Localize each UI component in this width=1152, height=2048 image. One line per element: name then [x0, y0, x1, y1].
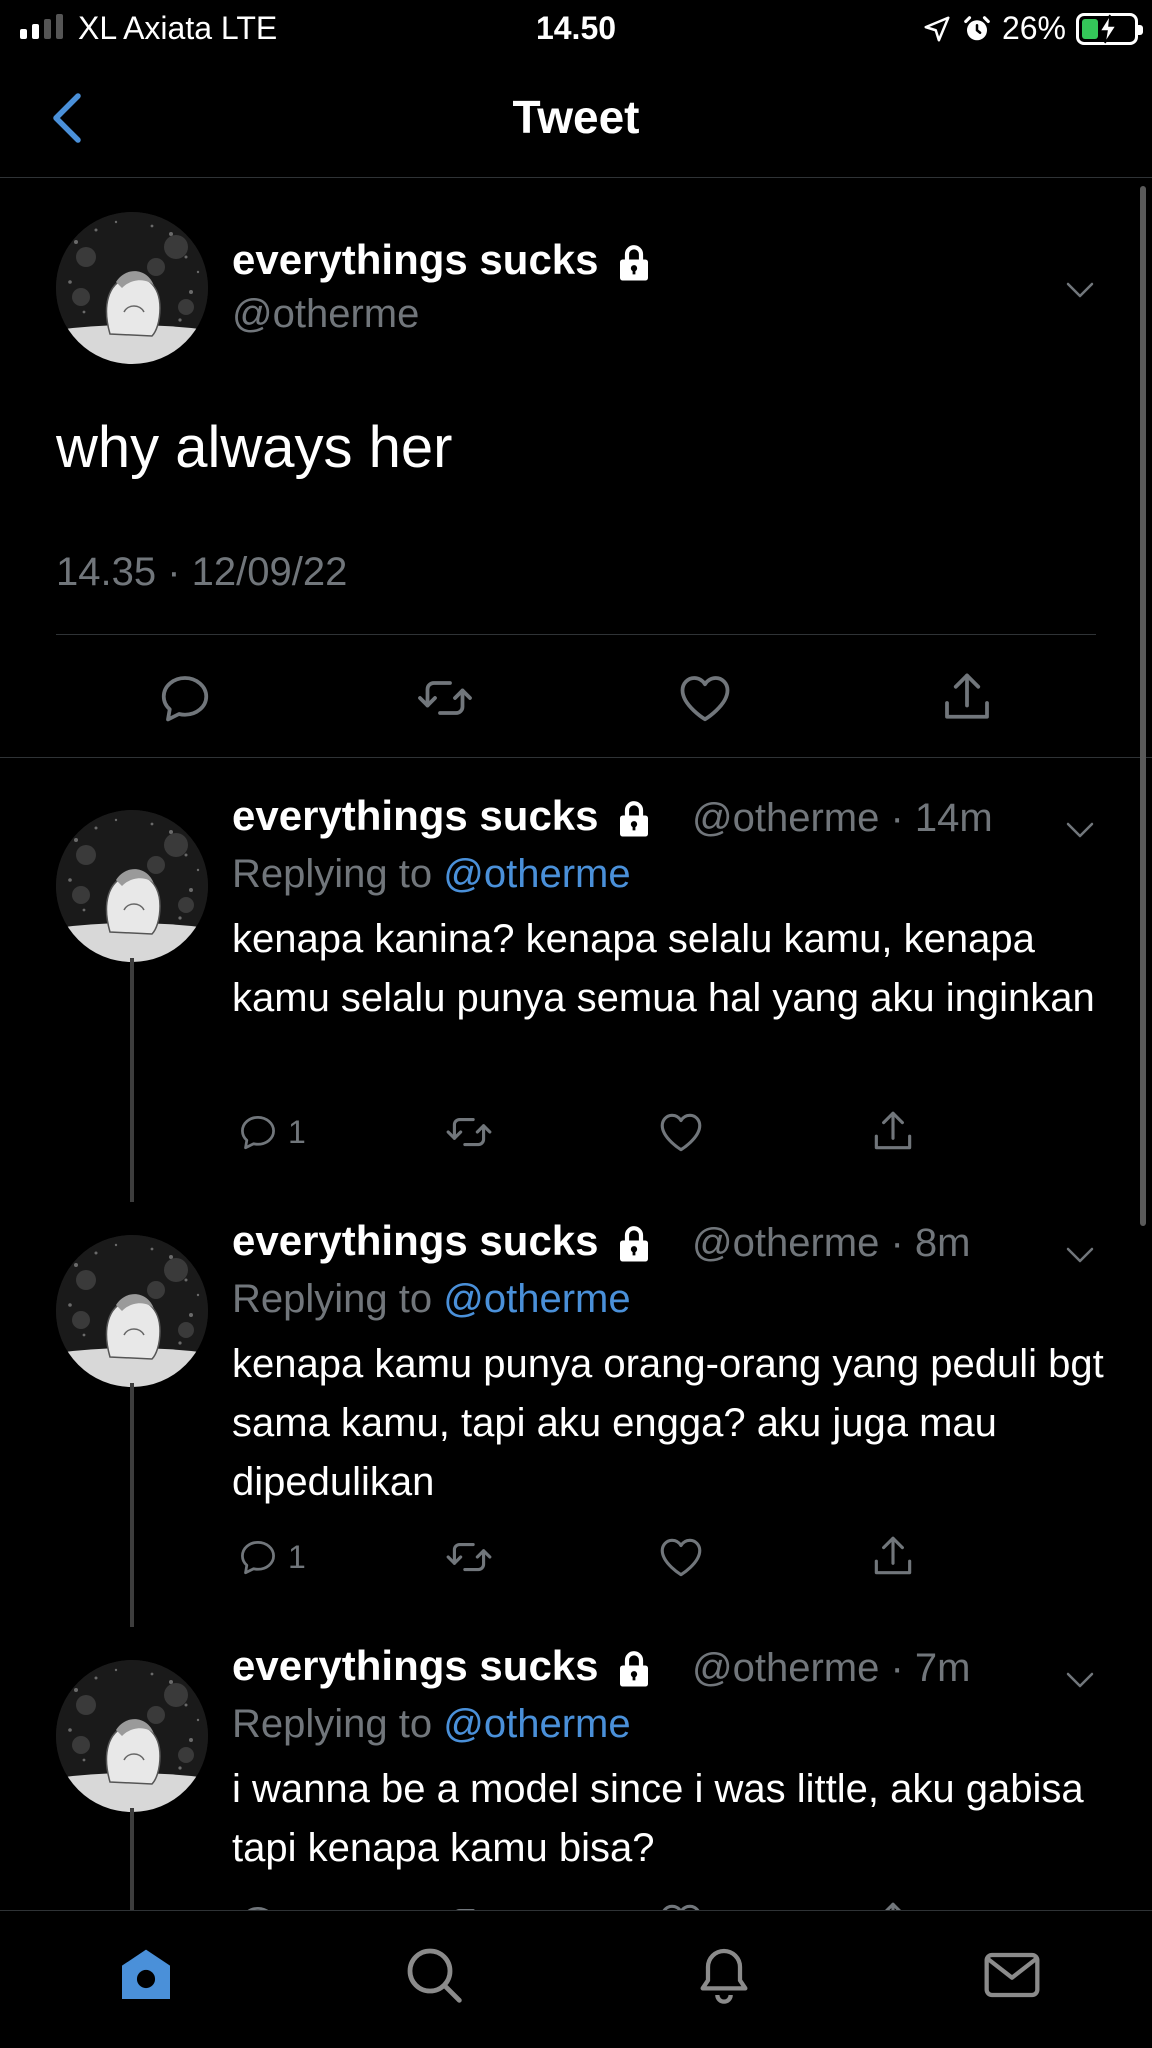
- reply-button[interactable]: 1: [236, 1107, 306, 1157]
- notifications-icon[interactable]: [692, 1943, 756, 2007]
- author-name[interactable]: everythings sucks: [232, 1642, 655, 1690]
- lock-icon: [613, 242, 655, 284]
- lock-icon: [613, 1648, 655, 1690]
- replying-to: Replying to @otherme: [232, 1702, 631, 1747]
- like-icon[interactable]: [656, 1532, 706, 1582]
- avatar[interactable]: [56, 810, 208, 962]
- author-name-text: everythings sucks: [232, 1642, 599, 1689]
- like-icon[interactable]: [675, 668, 735, 728]
- reply-button[interactable]: 1: [236, 1532, 306, 1582]
- navigation-header: Tweet: [0, 58, 1152, 178]
- location-arrow-icon: [924, 16, 950, 41]
- chevron-down-icon[interactable]: [1062, 818, 1098, 842]
- tweet-text: kenapa kanina? kenapa selalu kamu, kenap…: [232, 917, 1095, 1020]
- replying-to: Replying to @otherme: [232, 1277, 631, 1322]
- author-name-text: everythings sucks: [232, 236, 599, 283]
- reply-icon: [236, 1110, 280, 1154]
- retweet-icon[interactable]: [444, 1107, 494, 1157]
- search-icon[interactable]: [402, 1943, 466, 2007]
- tweet-text: i wanna be a model since i was little, a…: [232, 1767, 1084, 1870]
- replying-to-link[interactable]: @otherme: [443, 1277, 630, 1321]
- tweet-text: kenapa kamu punya orang-orang yang pedul…: [232, 1342, 1104, 1504]
- author-name[interactable]: everythings sucks: [232, 1217, 655, 1265]
- replying-to-link[interactable]: @otherme: [443, 1702, 630, 1746]
- chevron-down-icon[interactable]: [1062, 1668, 1098, 1692]
- share-icon[interactable]: [868, 1532, 918, 1582]
- home-icon[interactable]: [114, 1943, 178, 2007]
- author-name[interactable]: everythings sucks: [232, 792, 655, 840]
- author-name-text: everythings sucks: [232, 1217, 599, 1264]
- replying-to-prefix: Replying to: [232, 1702, 433, 1746]
- replying-to: Replying to @otherme: [232, 852, 631, 897]
- reply-tweet[interactable]: everythings sucks @otherme · 14m Replyin…: [0, 780, 1152, 1205]
- handle-and-time: @otherme · 8m: [692, 1221, 971, 1265]
- reply-tweet[interactable]: everythings sucks @otherme · 8m Replying…: [0, 1205, 1152, 1630]
- reply-icon: [236, 1535, 280, 1579]
- retweet-icon[interactable]: [444, 1532, 494, 1582]
- replying-to-prefix: Replying to: [232, 1277, 433, 1321]
- main-tweet: everythings sucks @otherme why always he…: [0, 178, 1152, 758]
- status-bar: XL Axiata LTE 14.50 26%: [0, 0, 1152, 58]
- author-name[interactable]: everythings sucks: [232, 236, 655, 284]
- lock-icon: [613, 798, 655, 840]
- avatar[interactable]: [56, 1660, 208, 1812]
- author-handle[interactable]: @otherme: [232, 292, 419, 337]
- replying-to-link[interactable]: @otherme: [443, 852, 630, 896]
- reply-count: 1: [288, 1538, 306, 1575]
- battery-charging-icon: [1076, 12, 1143, 45]
- tweet-text: why always her: [56, 415, 453, 480]
- lock-icon: [613, 1223, 655, 1265]
- share-icon[interactable]: [937, 668, 997, 728]
- scrollbar[interactable]: [1140, 186, 1146, 1226]
- replying-to-prefix: Replying to: [232, 852, 433, 896]
- alarm-icon: [964, 15, 990, 40]
- avatar[interactable]: [56, 212, 208, 364]
- retweet-icon[interactable]: [415, 668, 475, 728]
- avatar[interactable]: [56, 1235, 208, 1387]
- messages-icon[interactable]: [980, 1943, 1044, 2007]
- battery-percentage: 26%: [1001, 10, 1066, 46]
- handle-and-time: @otherme · 14m: [692, 796, 993, 840]
- handle-and-time: @otherme · 7m: [692, 1646, 971, 1690]
- chevron-down-icon[interactable]: [1062, 1243, 1098, 1267]
- reply-icon[interactable]: [155, 668, 215, 728]
- reply-count: 1: [288, 1113, 306, 1150]
- author-name-text: everythings sucks: [232, 792, 599, 839]
- page-title: Tweet: [512, 91, 640, 143]
- share-icon[interactable]: [868, 1107, 918, 1157]
- tab-bar: [0, 1910, 1152, 2048]
- thread-line: [130, 1383, 134, 1627]
- tweet-timestamp[interactable]: 14.35 · 12/09/22: [56, 550, 347, 595]
- divider: [56, 634, 1096, 635]
- chevron-down-icon[interactable]: [1062, 278, 1098, 302]
- thread-line: [130, 958, 134, 1202]
- like-icon[interactable]: [656, 1107, 706, 1157]
